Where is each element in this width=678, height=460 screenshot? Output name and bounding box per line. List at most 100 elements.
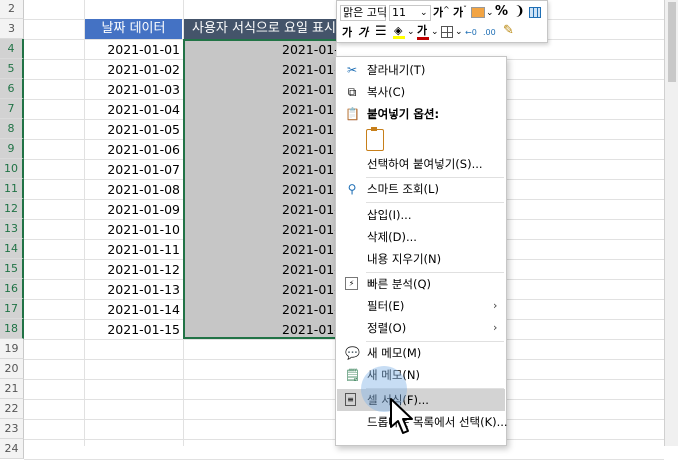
menu-item-sort[interactable]: 정렬(O) › (337, 317, 505, 339)
menu-item-label: 스마트 조회(L) (367, 182, 439, 196)
custom-format-cell[interactable]: 2021-01-0 (270, 100, 336, 119)
menu-item-paste-special[interactable]: 선택하여 붙여넣기(S)... (337, 153, 505, 175)
table-grid-icon[interactable] (529, 7, 541, 18)
search-icon: ⚲ (347, 182, 357, 196)
custom-format-cell[interactable]: 2021-01-0 (270, 160, 336, 179)
menu-item-smart-lookup[interactable]: ⚲ 스마트 조회(L) (337, 178, 505, 200)
row-header[interactable]: 17 (0, 299, 24, 319)
comma-style-button[interactable]: ❩ (514, 4, 525, 20)
row-header[interactable]: 18 (0, 319, 24, 339)
row-header[interactable]: 16 (0, 279, 24, 299)
date-cell[interactable]: 2021-01-07 (84, 160, 183, 179)
date-cell[interactable]: 2021-01-03 (84, 80, 183, 99)
custom-format-cell[interactable]: 2021-01-0 (270, 60, 336, 79)
row-header[interactable]: 12 (0, 199, 24, 219)
vertical-scrollbar[interactable] (664, 0, 678, 446)
date-cell[interactable]: 2021-01-01 (84, 40, 183, 59)
format-painter-icon[interactable]: ✎ (503, 23, 514, 39)
menu-separator (366, 202, 504, 203)
increase-decimal-icon[interactable]: ←0 (465, 25, 477, 41)
row-header[interactable]: 20 (0, 359, 24, 379)
menu-item-quick-analysis[interactable]: ⚡ 빠른 분석(Q) (337, 273, 505, 295)
shrink-font-button[interactable]: 가 (453, 5, 463, 21)
custom-format-cell[interactable]: 2021-01-1 (270, 220, 336, 239)
date-cell[interactable]: 2021-01-13 (84, 280, 183, 299)
grow-font-button[interactable]: 가 (433, 5, 443, 21)
row-header[interactable]: 15 (0, 259, 24, 279)
row-header[interactable]: 23 (0, 419, 24, 439)
menu-item-cut[interactable]: ✂ 잘라내기(T) (337, 59, 505, 81)
menu-item-copy[interactable]: ⧉ 복사(C) (337, 81, 505, 103)
chevron-right-icon: › (493, 299, 498, 312)
row-header[interactable]: 14 (0, 239, 24, 259)
italic-button[interactable]: 가 (358, 25, 368, 41)
font-name-dropdown[interactable]: 맑은 고딕 (340, 5, 387, 21)
header-custom-format[interactable]: 사용자 서식으로 요일 표시 (184, 19, 336, 39)
date-cell[interactable]: 2021-01-05 (84, 120, 183, 139)
custom-format-cell[interactable]: 2021-01-0 (270, 180, 336, 199)
custom-format-cell[interactable]: 2021-01-0 (270, 140, 336, 159)
borders-icon[interactable] (441, 26, 453, 38)
menu-item-delete[interactable]: 삭제(D)... (337, 226, 505, 248)
align-center-icon[interactable]: ☰ (375, 24, 387, 40)
date-cell[interactable]: 2021-01-15 (84, 320, 183, 339)
percent-style-button[interactable]: % (495, 4, 508, 20)
chevron-down-icon: ⌄ (455, 27, 463, 37)
date-cell[interactable]: 2021-01-12 (84, 260, 183, 279)
row-header[interactable]: 2 (0, 0, 24, 19)
chevron-right-icon: › (493, 321, 498, 334)
scissors-icon: ✂ (346, 63, 358, 77)
header-date-data[interactable]: 날짜 데이터 (85, 19, 182, 39)
scrollbar-thumb[interactable] (668, 2, 676, 82)
menu-item-clear-contents[interactable]: 내용 지우기(N) (337, 248, 505, 270)
bold-button[interactable]: 가 (342, 25, 352, 41)
fill-color-icon[interactable]: ◈ (393, 25, 405, 39)
menu-item-label: 내용 지우기(N) (367, 252, 442, 266)
custom-format-cell[interactable]: 2021-01-1 (270, 300, 336, 319)
date-cell[interactable]: 2021-01-09 (84, 200, 183, 219)
row-header[interactable]: 13 (0, 219, 24, 239)
row-header[interactable]: 3 (0, 19, 24, 39)
date-cell[interactable]: 2021-01-06 (84, 140, 183, 159)
row-header[interactable]: 8 (0, 119, 24, 139)
custom-format-cell[interactable]: 2021-01-1 (270, 260, 336, 279)
date-cell[interactable]: 2021-01-11 (84, 240, 183, 259)
row-header[interactable]: 4 (0, 39, 24, 59)
row-header[interactable]: 24 (0, 439, 24, 459)
font-size-dropdown[interactable]: 11 ⌄ (389, 5, 431, 21)
custom-format-cell[interactable]: 2021-01-0 (270, 40, 336, 59)
row-header[interactable]: 11 (0, 179, 24, 199)
custom-format-cell[interactable]: 2021-01-1 (270, 320, 336, 339)
custom-format-cell[interactable]: 2021-01-0 (270, 200, 336, 219)
menu-item-filter[interactable]: 필터(E) › (337, 295, 505, 317)
font-name-value: 맑은 고딕 (343, 6, 387, 19)
row-header[interactable]: 9 (0, 139, 24, 159)
row-header[interactable]: 7 (0, 99, 24, 119)
row-header[interactable]: 6 (0, 79, 24, 99)
font-color-icon[interactable]: 가 (417, 24, 429, 40)
row-header[interactable]: 5 (0, 59, 24, 79)
custom-format-cell[interactable]: 2021-01-1 (270, 280, 336, 299)
menu-item-label: 붙여넣기 옵션: (367, 107, 440, 121)
row-header[interactable]: 19 (0, 339, 24, 359)
chevron-down-icon: ⌄ (431, 27, 439, 37)
menu-item-insert[interactable]: 삽입(I)... (337, 204, 505, 226)
row-header[interactable]: 10 (0, 159, 24, 179)
date-cell[interactable]: 2021-01-10 (84, 220, 183, 239)
format-cells-icon: ≡ (345, 393, 356, 406)
date-cell[interactable]: 2021-01-08 (84, 180, 183, 199)
date-cell[interactable]: 2021-01-02 (84, 60, 183, 79)
date-cell[interactable]: 2021-01-04 (84, 100, 183, 119)
custom-format-cell[interactable]: 2021-01-0 (270, 80, 336, 99)
menu-item-new-comment[interactable]: 💬 새 메모(M) (337, 342, 505, 364)
paste-clipboard-icon[interactable] (366, 127, 384, 151)
date-cell[interactable]: 2021-01-14 (84, 300, 183, 319)
chevron-down-icon: ⌄ (486, 8, 494, 18)
menu-item-pick-from-list[interactable]: 드롭다운 목록에서 선택(K)... (337, 411, 508, 433)
decrease-decimal-icon[interactable]: .00 (483, 25, 496, 41)
row-header[interactable]: 22 (0, 399, 24, 419)
row-header[interactable]: 21 (0, 379, 24, 399)
custom-format-cell[interactable]: 2021-01-1 (270, 240, 336, 259)
accounting-format-icon[interactable] (471, 7, 485, 18)
custom-format-cell[interactable]: 2021-01-0 (270, 120, 336, 139)
